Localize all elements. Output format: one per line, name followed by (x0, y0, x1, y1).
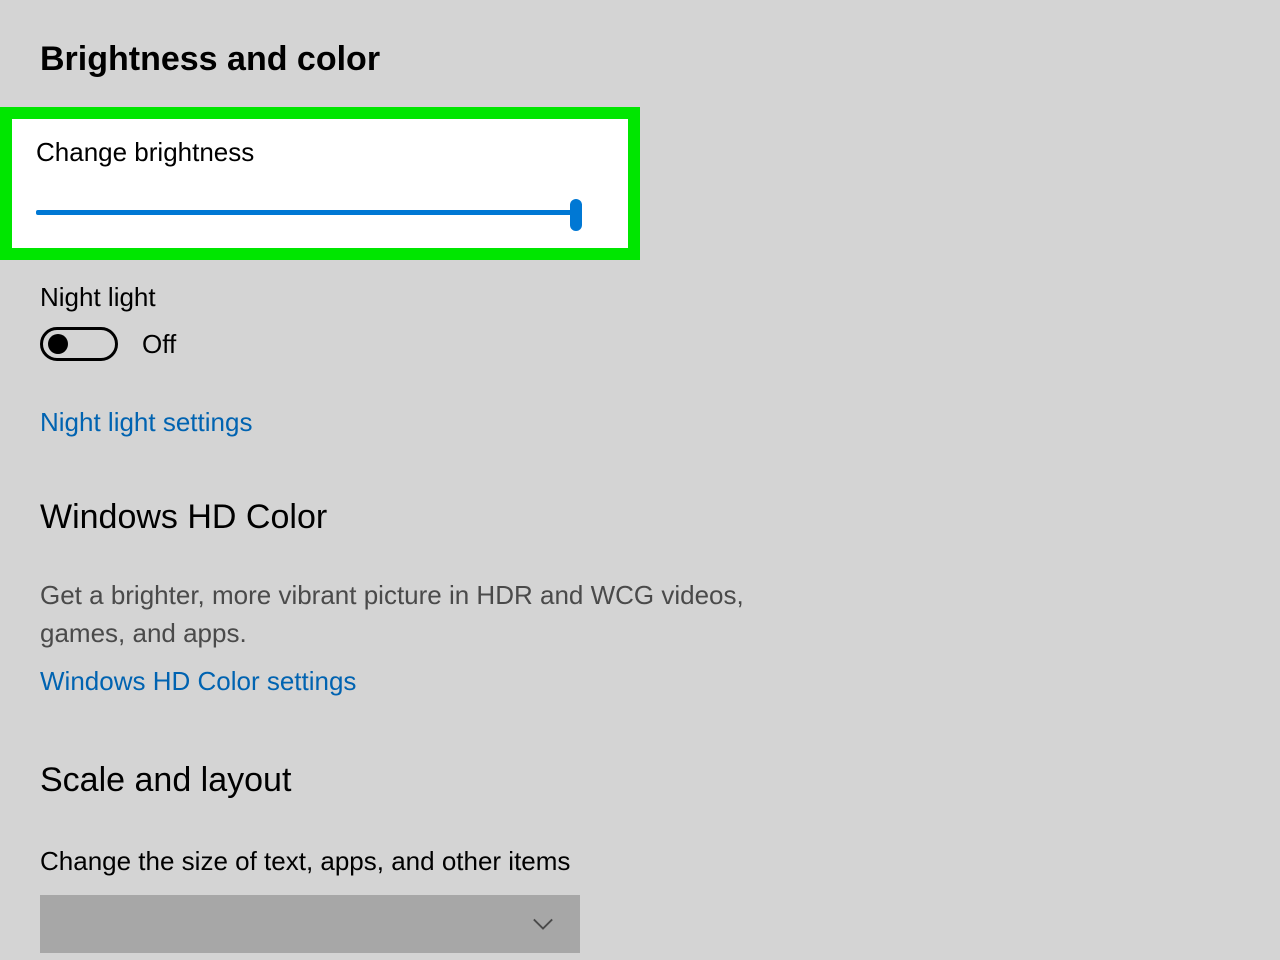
brightness-color-heading: Brightness and color (40, 40, 1240, 79)
change-brightness-label: Change brightness (36, 137, 604, 168)
scale-dropdown[interactable] (40, 895, 580, 953)
brightness-slider-thumb[interactable] (570, 199, 582, 231)
night-light-block: Night light Off (40, 282, 1240, 361)
windows-hd-color-heading: Windows HD Color (40, 498, 1240, 537)
night-light-toggle-row: Off (40, 327, 1240, 361)
brightness-slider-track (36, 210, 576, 215)
night-light-settings-link[interactable]: Night light settings (40, 407, 252, 438)
settings-page: Brightness and color Change brightness N… (0, 0, 1280, 953)
scale-size-label: Change the size of text, apps, and other… (40, 846, 1240, 877)
windows-hd-color-description: Get a brighter, more vibrant picture in … (40, 577, 810, 652)
scale-layout-heading: Scale and layout (40, 761, 1240, 800)
windows-hd-color-settings-link[interactable]: Windows HD Color settings (40, 666, 356, 697)
chevron-down-icon (532, 917, 554, 931)
night-light-toggle[interactable] (40, 327, 118, 361)
brightness-slider[interactable] (36, 198, 576, 226)
night-light-label: Night light (40, 282, 1240, 313)
brightness-highlight-frame: Change brightness (0, 107, 640, 260)
brightness-slider-wrap (36, 198, 576, 226)
night-light-state-text: Off (142, 329, 176, 360)
night-light-toggle-knob (48, 334, 68, 354)
